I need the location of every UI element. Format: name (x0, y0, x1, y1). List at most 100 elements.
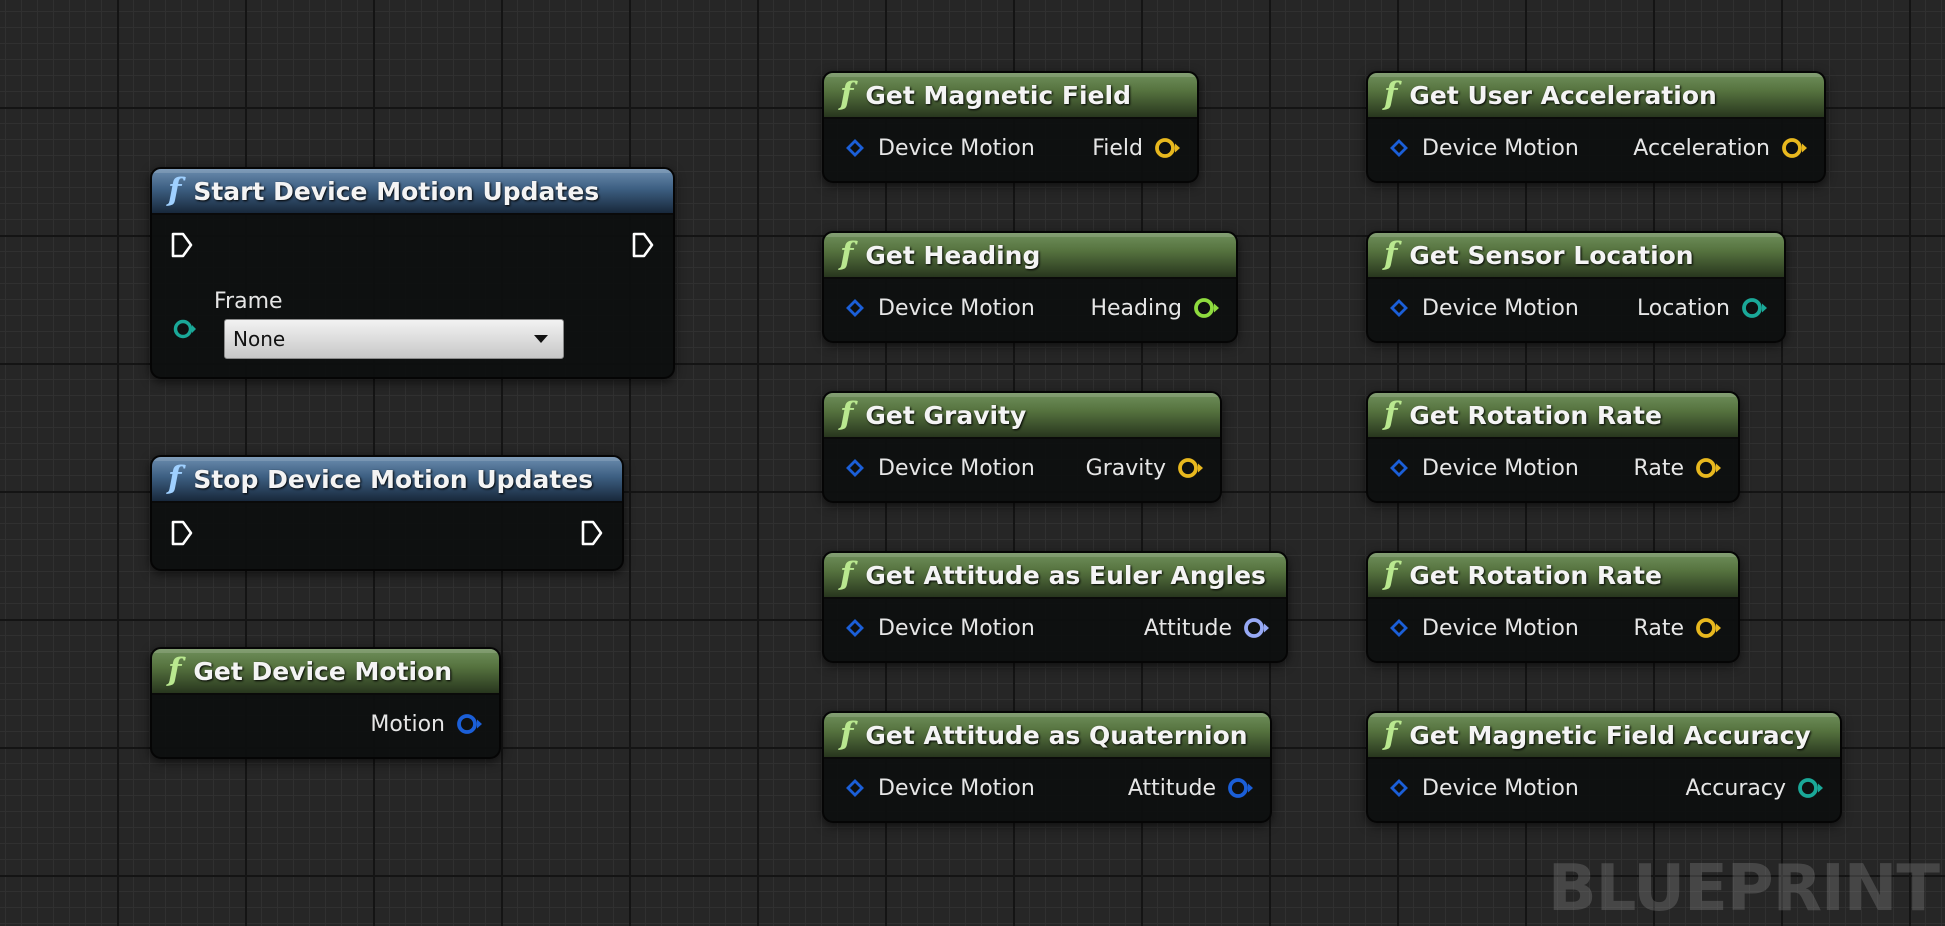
function-icon: f (840, 715, 854, 752)
pin-row: Device Motion Acceleration (1368, 133, 1824, 163)
device-motion-input-pin-icon[interactable] (846, 779, 864, 797)
node-get-gravity[interactable]: f Get Gravity Device Motion Gravity (822, 391, 1222, 503)
pin-row: Device Motion Rate (1368, 613, 1738, 643)
node-title: Get Magnetic Field (865, 80, 1131, 110)
node-header[interactable]: f Get User Acceleration (1368, 73, 1824, 119)
exec-input-pin-icon[interactable] (170, 519, 194, 547)
device-motion-input-pin-icon[interactable] (1390, 299, 1408, 317)
node-title: Get Rotation Rate (1409, 560, 1662, 590)
rotator-output-pin-icon[interactable] (1242, 616, 1272, 640)
output-pin-label: Attitude (1143, 615, 1232, 641)
function-icon: f (1384, 555, 1398, 592)
enum-output-pin-icon[interactable] (1740, 296, 1770, 320)
device-motion-input-pin-icon[interactable] (1390, 459, 1408, 477)
node-title: Get Gravity (865, 400, 1027, 430)
output-pin-label: Location (1636, 295, 1730, 321)
pin-row: Motion (152, 709, 499, 739)
output-pin-label: Field (1092, 135, 1143, 161)
node-title: Get Sensor Location (1409, 240, 1694, 270)
exec-output-pin-icon[interactable] (580, 519, 604, 547)
node-title: Get Heading (865, 240, 1041, 270)
chevron-down-icon (534, 335, 548, 343)
node-header[interactable]: f Get Rotation Rate (1368, 393, 1738, 439)
input-pin-label: Device Motion (1422, 135, 1579, 161)
frame-dropdown[interactable]: None (224, 319, 564, 359)
blueprint-watermark: BLUEPRINT (1547, 852, 1940, 926)
node-header[interactable]: f Get Rotation Rate (1368, 553, 1738, 599)
float-output-pin-icon[interactable] (1192, 296, 1222, 320)
node-get-user-acceleration[interactable]: f Get User Acceleration Device Motion Ac… (1366, 71, 1826, 183)
function-icon: f (840, 395, 854, 432)
function-icon: f (168, 459, 182, 496)
node-get-magnetic-field-accuracy[interactable]: f Get Magnetic Field Accuracy Device Mot… (1366, 711, 1842, 823)
input-pin-label: Device Motion (1422, 455, 1579, 481)
vector-output-pin-icon[interactable] (1694, 456, 1724, 480)
output-pin-label: Gravity (1085, 455, 1166, 481)
input-pin-label: Device Motion (878, 615, 1035, 641)
device-motion-input-pin-icon[interactable] (846, 139, 864, 157)
node-get-rotation-rate[interactable]: f Get Rotation Rate Device Motion Rate (1366, 391, 1740, 503)
node-title: Get Magnetic Field Accuracy (1409, 720, 1811, 750)
node-header[interactable]: f Get Magnetic Field (824, 73, 1197, 119)
input-pin-label: Device Motion (878, 775, 1035, 801)
pin-row: Device Motion Rate (1368, 453, 1738, 483)
device-motion-input-pin-icon[interactable] (1390, 779, 1408, 797)
vector-output-pin-icon[interactable] (1153, 136, 1183, 160)
device-motion-input-pin-icon[interactable] (846, 299, 864, 317)
node-header[interactable]: f Get Heading (824, 233, 1236, 279)
node-get-attitude-quaternion[interactable]: f Get Attitude as Quaternion Device Moti… (822, 711, 1272, 823)
function-icon: f (168, 171, 182, 208)
input-pin-label: Device Motion (878, 455, 1035, 481)
function-icon: f (840, 235, 854, 272)
node-header[interactable]: f Get Device Motion (152, 649, 499, 695)
node-header[interactable]: f Get Attitude as Quaternion (824, 713, 1270, 759)
node-stop-device-motion-updates[interactable]: f Stop Device Motion Updates (150, 455, 624, 571)
node-header[interactable]: f Get Attitude as Euler Angles (824, 553, 1286, 599)
node-header[interactable]: f Start Device Motion Updates (152, 169, 673, 215)
node-title: Get Attitude as Euler Angles (865, 560, 1266, 590)
pin-row: Device Motion Heading (824, 293, 1236, 323)
input-pin-label: Device Motion (1422, 775, 1579, 801)
input-pin-label: Device Motion (1422, 615, 1579, 641)
vector-output-pin-icon[interactable] (1694, 616, 1724, 640)
pin-row: Device Motion Attitude (824, 613, 1286, 643)
node-get-rotation-rate[interactable]: f Get Rotation Rate Device Motion Rate (1366, 551, 1740, 663)
vector-output-pin-icon[interactable] (1176, 456, 1206, 480)
pin-row: Device Motion Field (824, 133, 1197, 163)
function-icon: f (168, 651, 182, 688)
vector-output-pin-icon[interactable] (1780, 136, 1810, 160)
motion-struct-pin-icon[interactable] (455, 712, 485, 736)
node-get-device-motion[interactable]: f Get Device Motion Motion (150, 647, 501, 759)
node-title: Get Rotation Rate (1409, 400, 1662, 430)
frame-enum-pin-icon[interactable] (172, 316, 198, 342)
node-get-heading[interactable]: f Get Heading Device Motion Heading (822, 231, 1238, 343)
device-motion-input-pin-icon[interactable] (846, 619, 864, 637)
function-icon: f (1384, 235, 1398, 272)
pin-row: Device Motion Gravity (824, 453, 1220, 483)
enum-output-pin-icon[interactable] (1796, 776, 1826, 800)
node-get-attitude-euler[interactable]: f Get Attitude as Euler Angles Device Mo… (822, 551, 1288, 663)
device-motion-input-pin-icon[interactable] (1390, 139, 1408, 157)
exec-input-pin-icon[interactable] (170, 231, 194, 259)
output-pin-label: Acceleration (1633, 135, 1770, 161)
node-title: Get Attitude as Quaternion (865, 720, 1248, 750)
pin-row: Device Motion Location (1368, 293, 1784, 323)
frame-dropdown-value: None (233, 327, 286, 351)
node-get-magnetic-field[interactable]: f Get Magnetic Field Device Motion Field (822, 71, 1199, 183)
node-start-device-motion-updates[interactable]: f Start Device Motion Updates Frame None (150, 167, 675, 379)
node-get-sensor-location[interactable]: f Get Sensor Location Device Motion Loca… (1366, 231, 1786, 343)
exec-output-pin-icon[interactable] (631, 231, 655, 259)
node-header[interactable]: f Get Sensor Location (1368, 233, 1784, 279)
device-motion-input-pin-icon[interactable] (846, 459, 864, 477)
node-title: Get User Acceleration (1409, 80, 1717, 110)
output-pin-label: Motion (370, 711, 445, 737)
quaternion-output-pin-icon[interactable] (1226, 776, 1256, 800)
node-header[interactable]: f Get Magnetic Field Accuracy (1368, 713, 1840, 759)
node-header[interactable]: f Get Gravity (824, 393, 1220, 439)
pin-row: Device Motion Attitude (824, 773, 1270, 803)
node-header[interactable]: f Stop Device Motion Updates (152, 457, 622, 503)
pin-row: Device Motion Accuracy (1368, 773, 1840, 803)
input-pin-label: Device Motion (1422, 295, 1579, 321)
device-motion-input-pin-icon[interactable] (1390, 619, 1408, 637)
function-icon: f (1384, 75, 1398, 112)
